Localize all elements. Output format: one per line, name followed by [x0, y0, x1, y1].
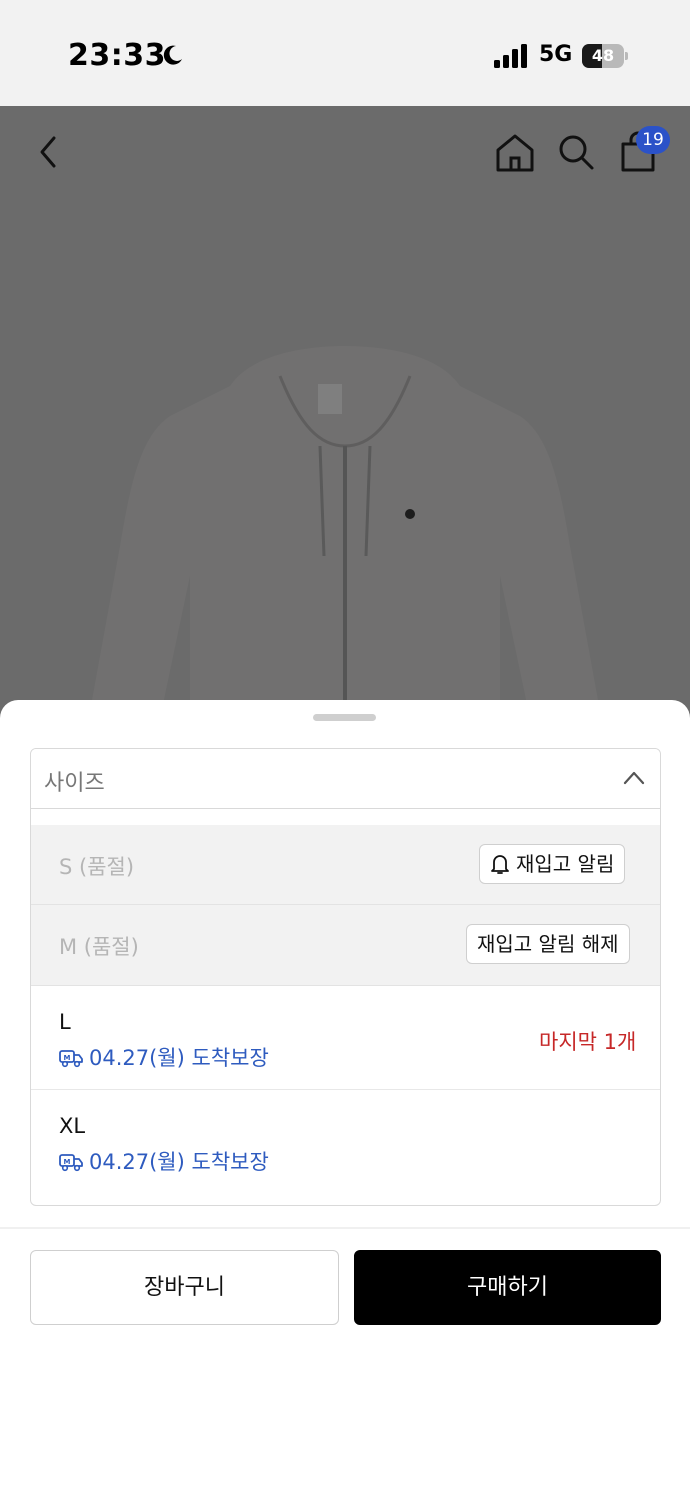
sheet-divider	[0, 1227, 690, 1229]
delivery-date: 04.27(월) 도착보장	[89, 1150, 269, 1174]
size-option-l[interactable]: L M 04.27(월) 도착보장 마지막 1개	[31, 986, 660, 1090]
cart-count-badge: 19	[636, 126, 670, 154]
restock-alert-button[interactable]: 재입고 알림	[479, 844, 626, 884]
restock-alert-label: 재입고 알림	[516, 852, 615, 876]
status-bar: 23:33 5G 48	[0, 0, 690, 106]
size-dropdown: 사이즈 S (품절) 재입고 알림 M (품절) 재입고 알림 해제 L M 0…	[30, 748, 661, 1206]
cancel-restock-alert-button[interactable]: 재입고 알림 해제	[466, 924, 630, 964]
chevron-left-icon	[40, 136, 56, 168]
home-icon	[496, 134, 534, 172]
size-option-xl[interactable]: XL M 04.27(월) 도착보장	[31, 1090, 660, 1205]
sheet-grabber[interactable]	[313, 714, 376, 721]
battery-percent: 48	[591, 46, 615, 65]
product-image	[87, 346, 603, 726]
truck-icon: M	[59, 1154, 83, 1172]
delivery-guarantee: M 04.27(월) 도착보장	[59, 1146, 269, 1176]
size-option-label: L	[59, 1010, 71, 1034]
network-label: 5G	[539, 42, 573, 67]
stock-warning: 마지막 1개	[539, 1030, 637, 1054]
home-button[interactable]	[494, 130, 536, 174]
size-option-s: S (품절) 재입고 알림	[31, 825, 660, 905]
svg-text:M: M	[64, 1158, 71, 1166]
search-button[interactable]	[556, 130, 596, 174]
svg-text:M: M	[64, 1054, 71, 1062]
chevron-up-icon	[623, 771, 645, 785]
size-option-label: M (품절)	[59, 935, 139, 959]
search-icon	[559, 135, 594, 170]
size-dropdown-label: 사이즈	[44, 771, 105, 796]
buy-now-button[interactable]: 구매하기	[354, 1250, 661, 1325]
size-option-label: S (품절)	[59, 855, 135, 879]
size-dropdown-header[interactable]: 사이즈	[31, 749, 660, 809]
size-option-sheet: 사이즈 S (품절) 재입고 알림 M (품절) 재입고 알림 해제 L M 0…	[0, 700, 690, 1500]
truck-icon: M	[59, 1050, 83, 1068]
product-page-overlay[interactable]	[0, 106, 690, 726]
delivery-date: 04.27(월) 도착보장	[89, 1046, 269, 1070]
size-option-label: XL	[59, 1114, 86, 1138]
status-time: 23:33	[68, 38, 166, 73]
delivery-guarantee: M 04.27(월) 도착보장	[59, 1042, 269, 1072]
moon-icon	[163, 45, 182, 65]
bell-icon	[491, 855, 509, 874]
cancel-restock-alert-label: 재입고 알림 해제	[477, 932, 619, 956]
battery-indicator: 48	[582, 44, 628, 68]
signal-icon	[494, 44, 527, 68]
size-option-m: M (품절) 재입고 알림 해제	[31, 905, 660, 986]
back-button[interactable]	[28, 130, 68, 174]
add-to-cart-button[interactable]: 장바구니	[30, 1250, 339, 1325]
